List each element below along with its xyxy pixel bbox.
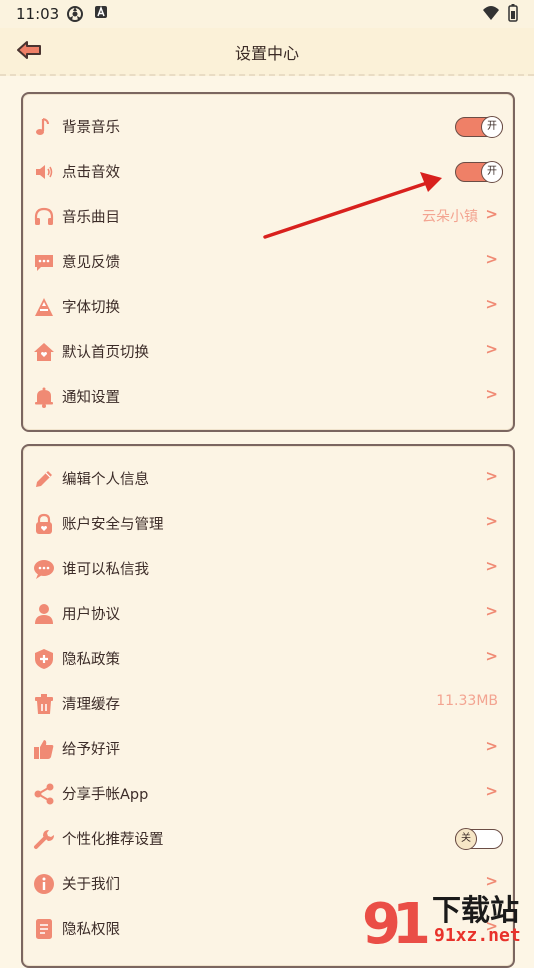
music-track-value: 云朵小镇 (422, 209, 478, 225)
status-bar: 11:03 (0, 0, 534, 28)
watermark-logo: 9 1 下载站 91xz.net (362, 885, 534, 957)
background-music-toggle[interactable]: 开 (455, 116, 503, 138)
status-time: 11:03 (16, 5, 60, 23)
row-click-sound[interactable]: 点击音效 开 (23, 149, 513, 194)
row-who-can-message[interactable]: 谁可以私信我 > (23, 546, 513, 591)
row-label: 关于我们 (62, 877, 120, 893)
chevron-right-icon: > (485, 250, 498, 268)
sync-icon (67, 6, 83, 22)
row-label: 音乐曲目 (62, 210, 120, 226)
font-icon (35, 298, 53, 316)
row-account-security[interactable]: 账户安全与管理 > (23, 501, 513, 546)
document-icon (36, 919, 52, 939)
person-icon (35, 604, 53, 624)
row-notification-settings[interactable]: 通知设置 > (23, 374, 513, 419)
chat-bubble-icon (35, 255, 53, 271)
page-title: 设置中心 (234, 44, 299, 63)
toggle-knob: 开 (481, 161, 503, 183)
chevron-right-icon: > (485, 512, 498, 530)
row-edit-profile[interactable]: 编辑个人信息 > (23, 456, 513, 501)
info-icon (34, 874, 54, 894)
row-background-music[interactable]: 背景音乐 开 (23, 104, 513, 149)
trash-icon (35, 694, 53, 714)
pencil-icon (36, 471, 52, 487)
row-font-switch[interactable]: 字体切换 > (23, 284, 513, 329)
row-label: 谁可以私信我 (62, 562, 149, 578)
chevron-right-icon: > (485, 737, 498, 755)
toggle-knob: 关 (455, 828, 477, 850)
row-label: 通知设置 (62, 390, 120, 406)
lock-icon (36, 513, 52, 534)
row-privacy-policy[interactable]: 隐私政策 > (23, 636, 513, 681)
chevron-right-icon: > (485, 467, 498, 485)
watermark-text-top: 下载站 (432, 893, 520, 927)
row-share-app[interactable]: 分享手帐App > (23, 771, 513, 816)
chevron-right-icon: > (485, 557, 498, 575)
row-label: 字体切换 (62, 300, 120, 316)
chevron-right-icon: > (485, 340, 498, 358)
row-label: 意见反馈 (62, 255, 120, 271)
music-note-icon (36, 118, 49, 135)
personalized-recommendation-toggle[interactable]: 关 (455, 828, 503, 850)
row-label: 背景音乐 (62, 120, 120, 136)
app-a-icon (95, 5, 107, 18)
click-sound-toggle[interactable]: 开 (455, 161, 503, 183)
row-label: 隐私政策 (62, 652, 120, 668)
cache-size-value: 11.33MB (436, 693, 498, 709)
row-label: 个性化推荐设置 (62, 832, 164, 848)
svg-text:1: 1 (392, 892, 431, 950)
row-label: 默认首页切换 (62, 345, 149, 361)
shield-icon (35, 649, 53, 669)
row-label: 清理缓存 (62, 697, 120, 713)
row-feedback[interactable]: 意见反馈 > (23, 239, 513, 284)
row-personalized-recommendation[interactable]: 个性化推荐设置 关 (23, 816, 513, 861)
row-music-track[interactable]: 音乐曲目 云朵小镇 > (23, 194, 513, 239)
share-icon (34, 783, 54, 805)
headphones-icon (34, 207, 54, 225)
row-label: 编辑个人信息 (62, 472, 149, 488)
wrench-icon (34, 830, 54, 849)
row-give-rating[interactable]: 给予好评 > (23, 726, 513, 771)
thumbs-up-icon (34, 740, 54, 759)
row-label: 点击音效 (62, 165, 120, 181)
chevron-right-icon: > (485, 205, 498, 223)
wifi-icon (483, 6, 499, 20)
row-user-agreement[interactable]: 用户协议 > (23, 591, 513, 636)
message-icon (34, 560, 54, 579)
header: 设置中心 (0, 28, 534, 76)
chevron-right-icon: > (485, 647, 498, 665)
chevron-right-icon: > (485, 295, 498, 313)
row-label: 隐私权限 (62, 922, 120, 938)
row-label: 用户协议 (62, 607, 120, 623)
row-label: 给予好评 (62, 742, 120, 758)
chevron-right-icon: > (485, 782, 498, 800)
row-label: 账户安全与管理 (62, 517, 164, 533)
toggle-knob: 开 (481, 116, 503, 138)
row-clear-cache[interactable]: 清理缓存 11.33MB (23, 681, 513, 726)
chevron-right-icon: > (485, 385, 498, 403)
settings-card-general: 背景音乐 开 点击音效 开 音乐曲目 云朵小镇 > 意见反馈 > 字体切换 > … (21, 92, 515, 432)
row-default-home[interactable]: 默认首页切换 > (23, 329, 513, 374)
speaker-icon (36, 165, 53, 179)
bell-icon (35, 387, 53, 408)
chevron-right-icon: > (485, 602, 498, 620)
battery-icon (508, 4, 518, 22)
home-icon (34, 343, 54, 361)
row-label: 分享手帐App (62, 787, 149, 803)
watermark-text-bottom: 91xz.net (434, 925, 521, 946)
